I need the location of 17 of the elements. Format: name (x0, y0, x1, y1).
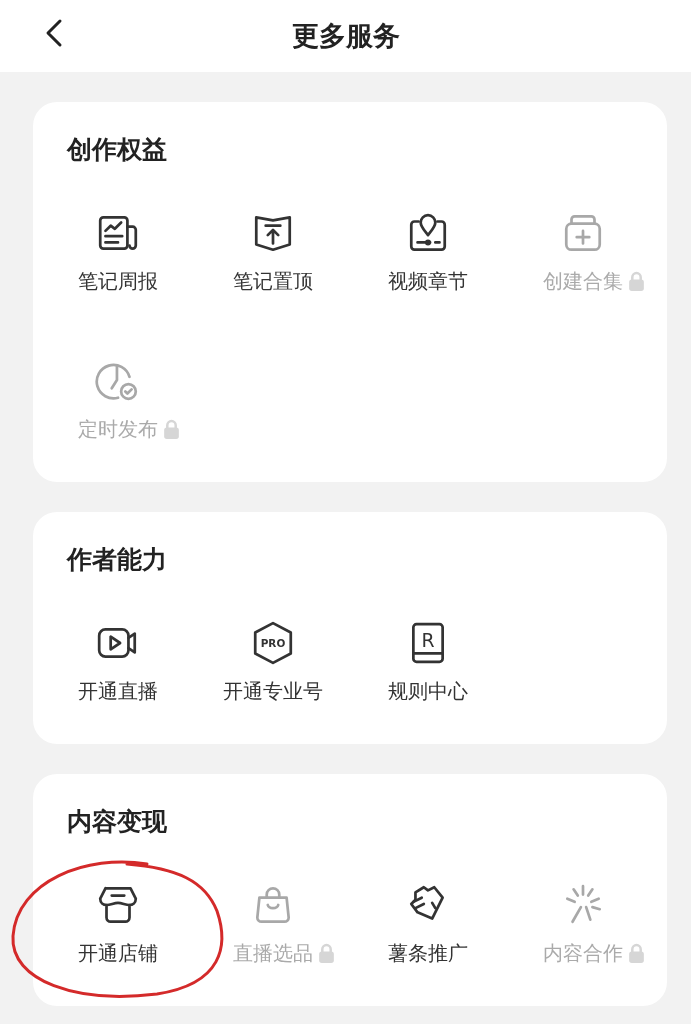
service-label[interactable]: 开通店铺 (77, 939, 158, 967)
lock-icon (627, 270, 645, 292)
back-icon[interactable] (44, 18, 64, 48)
service-label[interactable]: 开通直播 (77, 677, 158, 705)
service-label[interactable]: 规则中心 (387, 677, 468, 705)
lock-icon (162, 418, 180, 440)
service-label[interactable]: 笔记周报 (77, 267, 158, 295)
section-title: 作者能力 (67, 544, 168, 576)
service-label[interactable]: 开通专业号 (222, 677, 323, 705)
service-label[interactable]: 视频章节 (387, 267, 468, 295)
service-label[interactable]: 薯条推广 (387, 939, 468, 967)
service-label[interactable]: 笔记置顶 (232, 267, 313, 295)
section-title: 内容变现 (67, 806, 168, 838)
lock-icon (317, 942, 335, 964)
lock-icon (627, 942, 645, 964)
page-title: 更多服务 (291, 19, 400, 53)
section-title: 创作权益 (67, 134, 168, 166)
